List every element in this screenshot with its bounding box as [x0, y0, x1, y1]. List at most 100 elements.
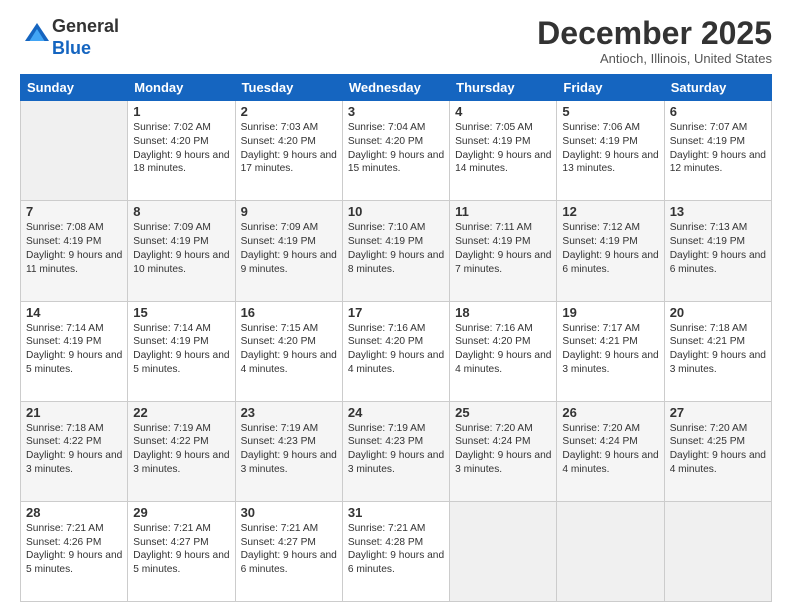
day-info: Sunrise: 7:21 AMSunset: 4:28 PMDaylight:…	[348, 522, 444, 577]
day-info: Sunrise: 7:08 AMSunset: 4:19 PMDaylight:…	[26, 221, 122, 276]
day-number: 9	[241, 204, 337, 219]
week-row-1: 7 Sunrise: 7:08 AMSunset: 4:19 PMDaylight…	[21, 201, 772, 301]
logo-text: General Blue	[52, 16, 119, 59]
day-number: 10	[348, 204, 444, 219]
week-row-0: 1Sunrise: 7:02 AMSunset: 4:20 PMDaylight…	[21, 101, 772, 201]
day-cell: 22 Sunrise: 7:19 AMSunset: 4:22 PMDayligh…	[128, 401, 235, 501]
header-monday: Monday	[128, 75, 235, 101]
day-cell: 20Sunrise: 7:18 AMSunset: 4:21 PMDayligh…	[664, 301, 771, 401]
day-number: 24	[348, 405, 444, 420]
logo-general: General	[52, 16, 119, 36]
day-info: Sunrise: 7:07 AMSunset: 4:19 PMDaylight:…	[670, 121, 766, 176]
day-number: 17	[348, 305, 444, 320]
day-number: 4	[455, 104, 551, 119]
day-number: 8	[133, 204, 229, 219]
day-info: Sunrise: 7:11 AMSunset: 4:19 PMDaylight:…	[455, 221, 551, 276]
day-number: 14	[26, 305, 122, 320]
header-row: SundayMondayTuesdayWednesdayThursdayFrid…	[21, 75, 772, 101]
day-cell: 30 Sunrise: 7:21 AMSunset: 4:27 PMDayligh…	[235, 501, 342, 601]
day-number: 16	[241, 305, 337, 320]
day-info: Sunrise: 7:19 AMSunset: 4:23 PMDaylight:…	[241, 422, 337, 477]
day-cell: 18Sunrise: 7:16 AMSunset: 4:20 PMDayligh…	[450, 301, 557, 401]
day-cell: 23 Sunrise: 7:19 AMSunset: 4:23 PMDayligh…	[235, 401, 342, 501]
day-number: 25	[455, 405, 551, 420]
day-cell: 31Sunrise: 7:21 AMSunset: 4:28 PMDayligh…	[342, 501, 449, 601]
day-cell: 25 Sunrise: 7:20 AMSunset: 4:24 PMDayligh…	[450, 401, 557, 501]
day-cell: 13 Sunrise: 7:13 AMSunset: 4:19 PMDayligh…	[664, 201, 771, 301]
location: Antioch, Illinois, United States	[537, 51, 772, 66]
day-cell: 26 Sunrise: 7:20 AMSunset: 4:24 PMDayligh…	[557, 401, 664, 501]
day-cell: 2Sunrise: 7:03 AMSunset: 4:20 PMDaylight…	[235, 101, 342, 201]
calendar-header: SundayMondayTuesdayWednesdayThursdayFrid…	[21, 75, 772, 101]
day-info: Sunrise: 7:19 AMSunset: 4:23 PMDaylight:…	[348, 422, 444, 477]
week-row-2: 14 Sunrise: 7:14 AMSunset: 4:19 PMDayligh…	[21, 301, 772, 401]
day-cell: 4 Sunrise: 7:05 AMSunset: 4:19 PMDaylight…	[450, 101, 557, 201]
day-info: Sunrise: 7:19 AMSunset: 4:22 PMDaylight:…	[133, 422, 229, 477]
week-row-3: 21 Sunrise: 7:18 AMSunset: 4:22 PMDayligh…	[21, 401, 772, 501]
day-cell: 8 Sunrise: 7:09 AMSunset: 4:19 PMDaylight…	[128, 201, 235, 301]
header-tuesday: Tuesday	[235, 75, 342, 101]
day-info: Sunrise: 7:21 AMSunset: 4:27 PMDaylight:…	[133, 522, 229, 577]
day-info: Sunrise: 7:14 AMSunset: 4:19 PMDaylight:…	[26, 322, 122, 377]
day-cell: 15 Sunrise: 7:14 AMSunset: 4:19 PMDayligh…	[128, 301, 235, 401]
day-number: 27	[670, 405, 766, 420]
day-info: Sunrise: 7:14 AMSunset: 4:19 PMDaylight:…	[133, 322, 229, 377]
page: General Blue December 2025 Antioch, Illi…	[0, 0, 792, 612]
day-info: Sunrise: 7:15 AMSunset: 4:20 PMDaylight:…	[241, 322, 337, 377]
day-cell: 27 Sunrise: 7:20 AMSunset: 4:25 PMDayligh…	[664, 401, 771, 501]
header-friday: Friday	[557, 75, 664, 101]
day-cell	[664, 501, 771, 601]
day-number: 15	[133, 305, 229, 320]
header-thursday: Thursday	[450, 75, 557, 101]
day-cell: 9Sunrise: 7:09 AMSunset: 4:19 PMDaylight…	[235, 201, 342, 301]
day-info: Sunrise: 7:18 AMSunset: 4:22 PMDaylight:…	[26, 422, 122, 477]
day-number: 11	[455, 204, 551, 219]
day-number: 22	[133, 405, 229, 420]
day-number: 28	[26, 505, 122, 520]
header-saturday: Saturday	[664, 75, 771, 101]
header-wednesday: Wednesday	[342, 75, 449, 101]
day-info: Sunrise: 7:04 AMSunset: 4:20 PMDaylight:…	[348, 121, 444, 176]
day-number: 7	[26, 204, 122, 219]
week-row-4: 28 Sunrise: 7:21 AMSunset: 4:26 PMDayligh…	[21, 501, 772, 601]
header: General Blue December 2025 Antioch, Illi…	[20, 16, 772, 66]
day-cell: 7 Sunrise: 7:08 AMSunset: 4:19 PMDaylight…	[21, 201, 128, 301]
day-info: Sunrise: 7:10 AMSunset: 4:19 PMDaylight:…	[348, 221, 444, 276]
day-cell: 5 Sunrise: 7:06 AMSunset: 4:19 PMDaylight…	[557, 101, 664, 201]
day-info: Sunrise: 7:20 AMSunset: 4:24 PMDaylight:…	[455, 422, 551, 477]
day-info: Sunrise: 7:20 AMSunset: 4:24 PMDaylight:…	[562, 422, 658, 477]
day-cell	[450, 501, 557, 601]
day-number: 23	[241, 405, 337, 420]
day-cell: 3 Sunrise: 7:04 AMSunset: 4:20 PMDaylight…	[342, 101, 449, 201]
day-info: Sunrise: 7:16 AMSunset: 4:20 PMDaylight:…	[348, 322, 444, 377]
day-cell	[557, 501, 664, 601]
day-cell: 11 Sunrise: 7:11 AMSunset: 4:19 PMDayligh…	[450, 201, 557, 301]
day-info: Sunrise: 7:21 AMSunset: 4:27 PMDaylight:…	[241, 522, 337, 577]
day-cell: 10 Sunrise: 7:10 AMSunset: 4:19 PMDayligh…	[342, 201, 449, 301]
title-block: December 2025 Antioch, Illinois, United …	[537, 16, 772, 66]
day-info: Sunrise: 7:20 AMSunset: 4:25 PMDaylight:…	[670, 422, 766, 477]
day-number: 3	[348, 104, 444, 119]
day-info: Sunrise: 7:17 AMSunset: 4:21 PMDaylight:…	[562, 322, 658, 377]
day-cell	[21, 101, 128, 201]
day-info: Sunrise: 7:02 AMSunset: 4:20 PMDaylight:…	[133, 121, 229, 176]
day-number: 12	[562, 204, 658, 219]
day-number: 5	[562, 104, 658, 119]
day-cell: 12Sunrise: 7:12 AMSunset: 4:19 PMDayligh…	[557, 201, 664, 301]
day-number: 13	[670, 204, 766, 219]
day-number: 19	[562, 305, 658, 320]
day-info: Sunrise: 7:21 AMSunset: 4:26 PMDaylight:…	[26, 522, 122, 577]
day-cell: 16 Sunrise: 7:15 AMSunset: 4:20 PMDayligh…	[235, 301, 342, 401]
day-number: 26	[562, 405, 658, 420]
day-info: Sunrise: 7:06 AMSunset: 4:19 PMDaylight:…	[562, 121, 658, 176]
header-sunday: Sunday	[21, 75, 128, 101]
day-info: Sunrise: 7:09 AMSunset: 4:19 PMDaylight:…	[133, 221, 229, 276]
day-number: 29	[133, 505, 229, 520]
calendar-body: 1Sunrise: 7:02 AMSunset: 4:20 PMDaylight…	[21, 101, 772, 602]
day-number: 30	[241, 505, 337, 520]
day-info: Sunrise: 7:05 AMSunset: 4:19 PMDaylight:…	[455, 121, 551, 176]
day-number: 20	[670, 305, 766, 320]
day-cell: 19 Sunrise: 7:17 AMSunset: 4:21 PMDayligh…	[557, 301, 664, 401]
day-info: Sunrise: 7:13 AMSunset: 4:19 PMDaylight:…	[670, 221, 766, 276]
day-number: 21	[26, 405, 122, 420]
